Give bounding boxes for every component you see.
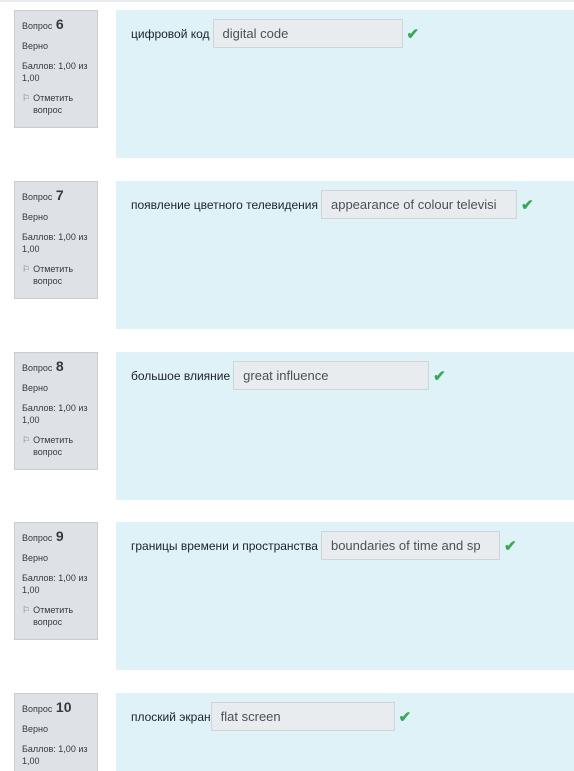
answer-field[interactable]	[320, 190, 517, 219]
question-state: Верно	[22, 41, 48, 51]
question-prompt: появление цветного телевидения	[131, 197, 318, 212]
answer-field[interactable]	[210, 702, 395, 731]
answer-row: появление цветного телевидения ✔	[131, 190, 534, 219]
question-state: Верно	[22, 724, 48, 734]
question-state: Верно	[22, 553, 48, 563]
question-content-9: границы времени и пространства ✔	[116, 522, 574, 670]
question-info-7: Вопрос 7 Верно Баллов: 1,00 из 1,00 ⚐ От…	[14, 181, 98, 299]
question-grade: Баллов: 1,00 из 1,00	[22, 403, 88, 425]
answer-field[interactable]	[233, 361, 430, 390]
question-prompt: границы времени и пространства	[131, 538, 318, 553]
flag-question-label: Отметить вопрос	[33, 605, 74, 627]
question-number: Вопрос 6	[22, 16, 64, 32]
question-content-8: большое влияние ✔	[116, 352, 574, 500]
question-content-7: появление цветного телевидения ✔	[116, 181, 574, 329]
flag-icon: ⚐	[22, 605, 31, 615]
flag-question-label: Отметить вопрос	[33, 435, 74, 457]
checkmark-icon: ✔	[406, 25, 420, 43]
flag-question-link[interactable]: ⚐ Отметить вопрос	[22, 263, 91, 287]
flag-question-link[interactable]: ⚐ Отметить вопрос	[22, 604, 91, 628]
checkmark-icon: ✔	[433, 367, 446, 385]
checkmark-icon: ✔	[398, 708, 412, 726]
answer-field[interactable]	[212, 19, 403, 48]
checkmark-icon: ✔	[520, 196, 534, 214]
question-grade: Баллов: 1,00 из 1,00	[22, 744, 88, 766]
answer-row: цифровой код ✔	[131, 19, 419, 48]
answer-row: плоский экран ✔	[131, 702, 411, 731]
answer-field[interactable]	[320, 531, 500, 560]
question-content-6: цифровой код ✔	[116, 10, 574, 158]
flag-question-label: Отметить вопрос	[33, 264, 74, 286]
question-info-8: Вопрос 8 Верно Баллов: 1,00 из 1,00 ⚐ От…	[14, 352, 98, 470]
question-number: Вопрос 7	[22, 187, 64, 203]
question-prompt: плоский экран	[131, 709, 211, 724]
flag-question-link[interactable]: ⚐ Отметить вопрос	[22, 92, 91, 116]
answer-row: большое влияние ✔	[131, 361, 446, 390]
question-number: Вопрос 8	[22, 358, 64, 374]
question-info-10: Вопрос 10 Верно Баллов: 1,00 из 1,00	[14, 693, 98, 771]
checkmark-icon: ✔	[503, 537, 517, 555]
answer-row: границы времени и пространства ✔	[131, 531, 517, 560]
question-state: Верно	[22, 383, 48, 393]
flag-question-link[interactable]: ⚐ Отметить вопрос	[22, 434, 91, 458]
question-grade: Баллов: 1,00 из 1,00	[22, 61, 88, 83]
question-content-10: плоский экран ✔	[116, 693, 574, 771]
question-prompt: большое влияние	[131, 368, 231, 383]
question-info-6: Вопрос 6 Верно Баллов: 1,00 из 1,00 ⚐ От…	[14, 10, 98, 128]
page-top-border	[0, 0, 574, 2]
flag-icon: ⚐	[22, 435, 31, 445]
question-info-9: Вопрос 9 Верно Баллов: 1,00 из 1,00 ⚐ От…	[14, 522, 98, 640]
question-state: Верно	[22, 212, 48, 222]
question-number: Вопрос 10	[22, 699, 72, 715]
flag-icon: ⚐	[22, 264, 31, 274]
question-prompt: цифровой код	[131, 26, 210, 41]
question-number: Вопрос 9	[22, 528, 64, 544]
question-grade: Баллов: 1,00 из 1,00	[22, 573, 88, 595]
flag-icon: ⚐	[22, 93, 31, 103]
question-grade: Баллов: 1,00 из 1,00	[22, 232, 88, 254]
flag-question-label: Отметить вопрос	[33, 93, 74, 115]
